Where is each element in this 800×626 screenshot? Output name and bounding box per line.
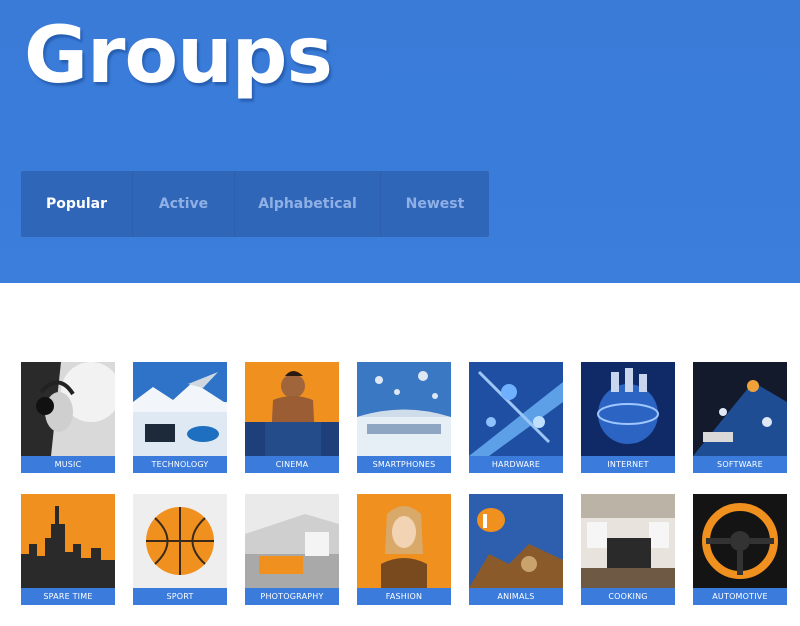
technology-image	[133, 362, 227, 456]
group-label: TECHNOLOGY	[133, 456, 227, 473]
cooking-image	[581, 494, 675, 588]
sort-tabs: Popular Active Alphabetical Newest	[21, 171, 489, 237]
group-card-technology[interactable]: TECHNOLOGY	[133, 362, 227, 473]
spare-time-image	[21, 494, 115, 588]
group-card-sport[interactable]: SPORT	[133, 494, 227, 605]
group-card-internet[interactable]: INTERNET	[581, 362, 675, 473]
fashion-image	[357, 494, 451, 588]
group-card-smartphones[interactable]: SMARTPHONES	[357, 362, 451, 473]
photography-image	[245, 494, 339, 588]
group-card-music[interactable]: MUSIC	[21, 362, 115, 473]
group-label: SPARE TIME	[21, 588, 115, 605]
group-card-fashion[interactable]: FASHION	[357, 494, 451, 605]
tab-popular[interactable]: Popular	[21, 171, 133, 237]
group-label: MUSIC	[21, 456, 115, 473]
group-label: FASHION	[357, 588, 451, 605]
group-card-hardware[interactable]: HARDWARE	[469, 362, 563, 473]
group-label: ANIMALS	[469, 588, 563, 605]
group-card-cinema[interactable]: CINEMA	[245, 362, 339, 473]
cinema-image	[245, 362, 339, 456]
tab-alphabetical[interactable]: Alphabetical	[235, 171, 381, 237]
hardware-image	[469, 362, 563, 456]
automotive-image	[693, 494, 787, 588]
group-label: SOFTWARE	[693, 456, 787, 473]
group-card-photography[interactable]: PHOTOGRAPHY	[245, 494, 339, 605]
group-card-automotive[interactable]: AUTOMOTIVE	[693, 494, 787, 605]
group-label: SPORT	[133, 588, 227, 605]
group-card-cooking[interactable]: COOKING	[581, 494, 675, 605]
group-label: CINEMA	[245, 456, 339, 473]
group-card-spare-time[interactable]: SPARE TIME	[21, 494, 115, 605]
internet-image	[581, 362, 675, 456]
software-image	[693, 362, 787, 456]
hero-banner: Groups Popular Active Alphabetical Newes…	[0, 0, 800, 283]
group-label: AUTOMOTIVE	[693, 588, 787, 605]
group-card-software[interactable]: SOFTWARE	[693, 362, 787, 473]
group-label: COOKING	[581, 588, 675, 605]
smartphones-image	[357, 362, 451, 456]
group-label: INTERNET	[581, 456, 675, 473]
sport-image	[133, 494, 227, 588]
tab-active[interactable]: Active	[133, 171, 235, 237]
group-label: SMARTPHONES	[357, 456, 451, 473]
group-card-animals[interactable]: ANIMALS	[469, 494, 563, 605]
tab-newest[interactable]: Newest	[381, 171, 489, 237]
music-image	[21, 362, 115, 456]
group-label: PHOTOGRAPHY	[245, 588, 339, 605]
page-title: Groups	[24, 11, 333, 101]
group-label: HARDWARE	[469, 456, 563, 473]
animals-image	[469, 494, 563, 588]
